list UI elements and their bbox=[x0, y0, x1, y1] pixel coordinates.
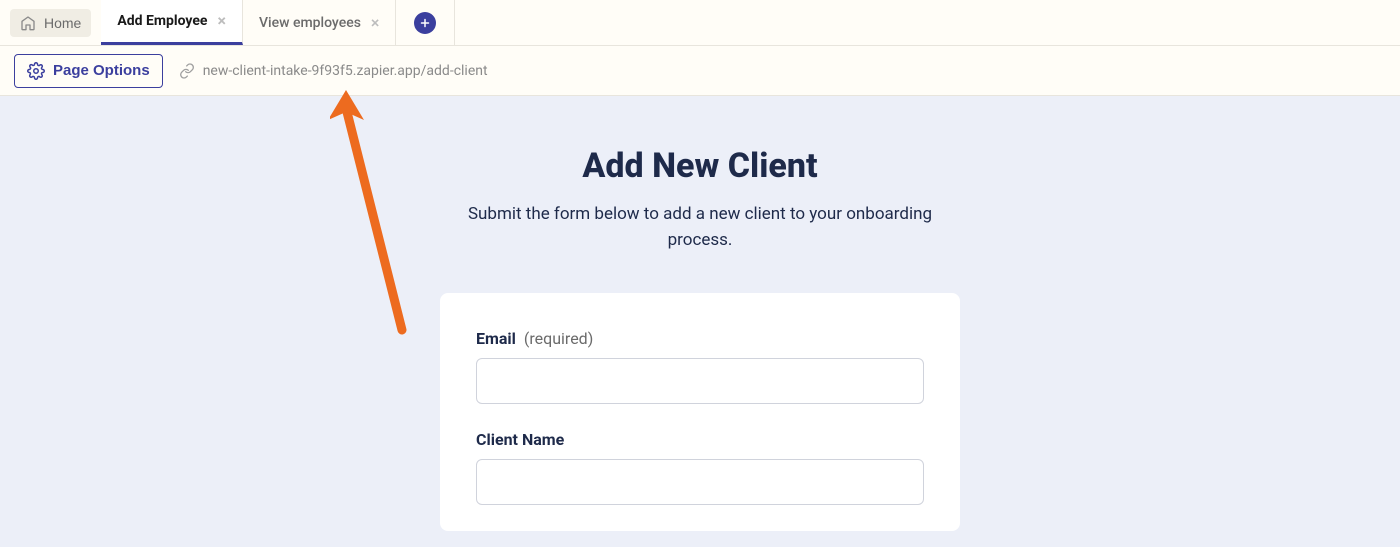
close-icon[interactable]: × bbox=[217, 13, 226, 29]
page-canvas: Add New Client Submit the form below to … bbox=[0, 96, 1400, 547]
tab-bar: Home Add Employee × View employees × bbox=[0, 0, 1400, 46]
home-icon bbox=[20, 15, 36, 31]
field-label-text: Client Name bbox=[476, 430, 564, 449]
tab-label: Add Employee bbox=[117, 13, 207, 29]
field-label: Client Name bbox=[476, 430, 924, 449]
field-label: Email (required) bbox=[476, 329, 924, 348]
client-name-input[interactable] bbox=[476, 459, 924, 505]
page-title: Add New Client bbox=[582, 146, 817, 186]
home-label: Home bbox=[44, 15, 81, 31]
page-url[interactable]: new-client-intake-9f93f5.zapier.app/add-… bbox=[179, 63, 488, 79]
form-field-email: Email (required) bbox=[476, 329, 924, 404]
home-button[interactable]: Home bbox=[10, 9, 91, 37]
field-label-text: Email bbox=[476, 329, 516, 348]
sub-bar: Page Options new-client-intake-9f93f5.za… bbox=[0, 46, 1400, 96]
required-hint: (required) bbox=[524, 329, 593, 348]
email-input[interactable] bbox=[476, 358, 924, 404]
tab-label: View employees bbox=[259, 15, 361, 31]
page-url-text: new-client-intake-9f93f5.zapier.app/add-… bbox=[203, 63, 488, 79]
page-options-button[interactable]: Page Options bbox=[14, 54, 163, 88]
form-field-client-name: Client Name bbox=[476, 430, 924, 505]
close-icon[interactable]: × bbox=[371, 15, 380, 31]
gear-icon bbox=[27, 62, 45, 80]
link-icon bbox=[179, 63, 195, 79]
form-card: Email (required) Client Name bbox=[440, 293, 960, 531]
page-subtitle: Submit the form below to add a new clien… bbox=[440, 202, 960, 253]
tab-add-employee[interactable]: Add Employee × bbox=[101, 0, 243, 45]
add-tab-button[interactable] bbox=[414, 12, 436, 34]
tab-divider bbox=[454, 0, 455, 45]
tab-view-employees[interactable]: View employees × bbox=[243, 0, 396, 45]
page-options-label: Page Options bbox=[53, 62, 150, 79]
